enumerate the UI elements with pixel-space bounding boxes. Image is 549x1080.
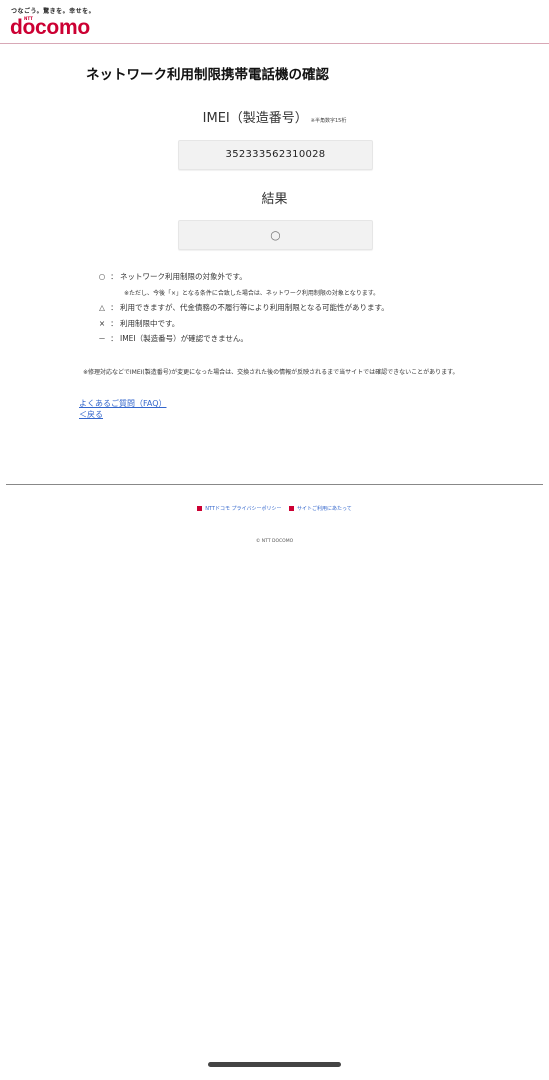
result-heading: 結果 xyxy=(261,192,288,207)
site-header: つなごう。驚きを。幸せを。 docomo NTT xyxy=(0,0,549,44)
back-link[interactable]: ＜戻る xyxy=(79,409,103,420)
external-link-icon xyxy=(197,506,203,511)
legend-symbol: － xyxy=(98,334,106,343)
legend-item: － ： IMEI（製造番号）が確認できません。 xyxy=(96,333,248,344)
header-tagline: つなごう。驚きを。幸せを。 xyxy=(11,8,96,15)
footer-links: NTTドコモ プライバシーポリシー サイトご利用にあたって xyxy=(0,505,549,512)
footer-link-site-usage[interactable]: サイトご利用にあたって xyxy=(289,505,352,512)
legend-symbol: ○ xyxy=(98,272,106,281)
legend-symbol: △ xyxy=(99,303,105,312)
imei-value: 352333562310028 xyxy=(225,149,326,160)
result-box: ○ xyxy=(178,220,373,250)
imei-change-note: ※修理対応などでIMEI(製造番号)が変更になった場合は、交換された後の情報が反… xyxy=(83,369,459,376)
imei-value-box: 352333562310028 xyxy=(178,140,373,170)
ntt-mark: NTT xyxy=(24,16,33,21)
legend-text: IMEI（製造番号）が確認できません。 xyxy=(120,334,248,343)
legend-text: ネットワーク利用制限の対象外です。 xyxy=(120,272,247,281)
legend-separator: ： xyxy=(110,319,118,328)
home-indicator[interactable] xyxy=(208,1062,341,1067)
legend-text: 利用できますが、代金債務の不履行等により利用制限となる可能性があります。 xyxy=(120,303,389,312)
page-title: ネットワーク利用制限携帯電話機の確認 xyxy=(86,67,329,83)
legend-separator: ： xyxy=(110,272,118,281)
legend-symbol: × xyxy=(98,319,106,328)
legend-item: × ：利用制限中です。 xyxy=(96,318,179,329)
result-value: ○ xyxy=(270,228,281,242)
legend-separator: ： xyxy=(110,303,118,312)
footer-link-privacy-label: NTTドコモ プライバシーポリシー xyxy=(205,506,282,512)
legend-separator: ： xyxy=(110,334,118,343)
docomo-logo[interactable]: docomo xyxy=(10,16,90,40)
legend-item: ○ ：ネットワーク利用制限の対象外です。 xyxy=(96,271,247,282)
imei-label-row: IMEI（製造番号） ※半角数字15桁 xyxy=(0,107,549,126)
imei-note: ※半角数字15桁 xyxy=(310,118,347,124)
footer-link-site-usage-label: サイトご利用にあたって xyxy=(297,506,352,512)
imei-label: IMEI（製造番号） xyxy=(202,111,308,126)
legend-sub-note: ※ただし、今後「×」となる条件に合致した場合は、ネットワーク利用制限の対象となり… xyxy=(124,290,380,297)
faq-link[interactable]: よくあるご質問（FAQ） xyxy=(79,398,167,409)
external-link-icon xyxy=(289,506,295,511)
legend-item: △ ：利用できますが、代金債務の不履行等により利用制限となる可能性があります。 xyxy=(96,302,389,313)
footer-divider xyxy=(6,484,543,485)
legend-text: 利用制限中です。 xyxy=(120,319,180,328)
footer-link-privacy[interactable]: NTTドコモ プライバシーポリシー xyxy=(197,505,281,512)
copyright: © NTT DOCOMO xyxy=(255,539,294,544)
